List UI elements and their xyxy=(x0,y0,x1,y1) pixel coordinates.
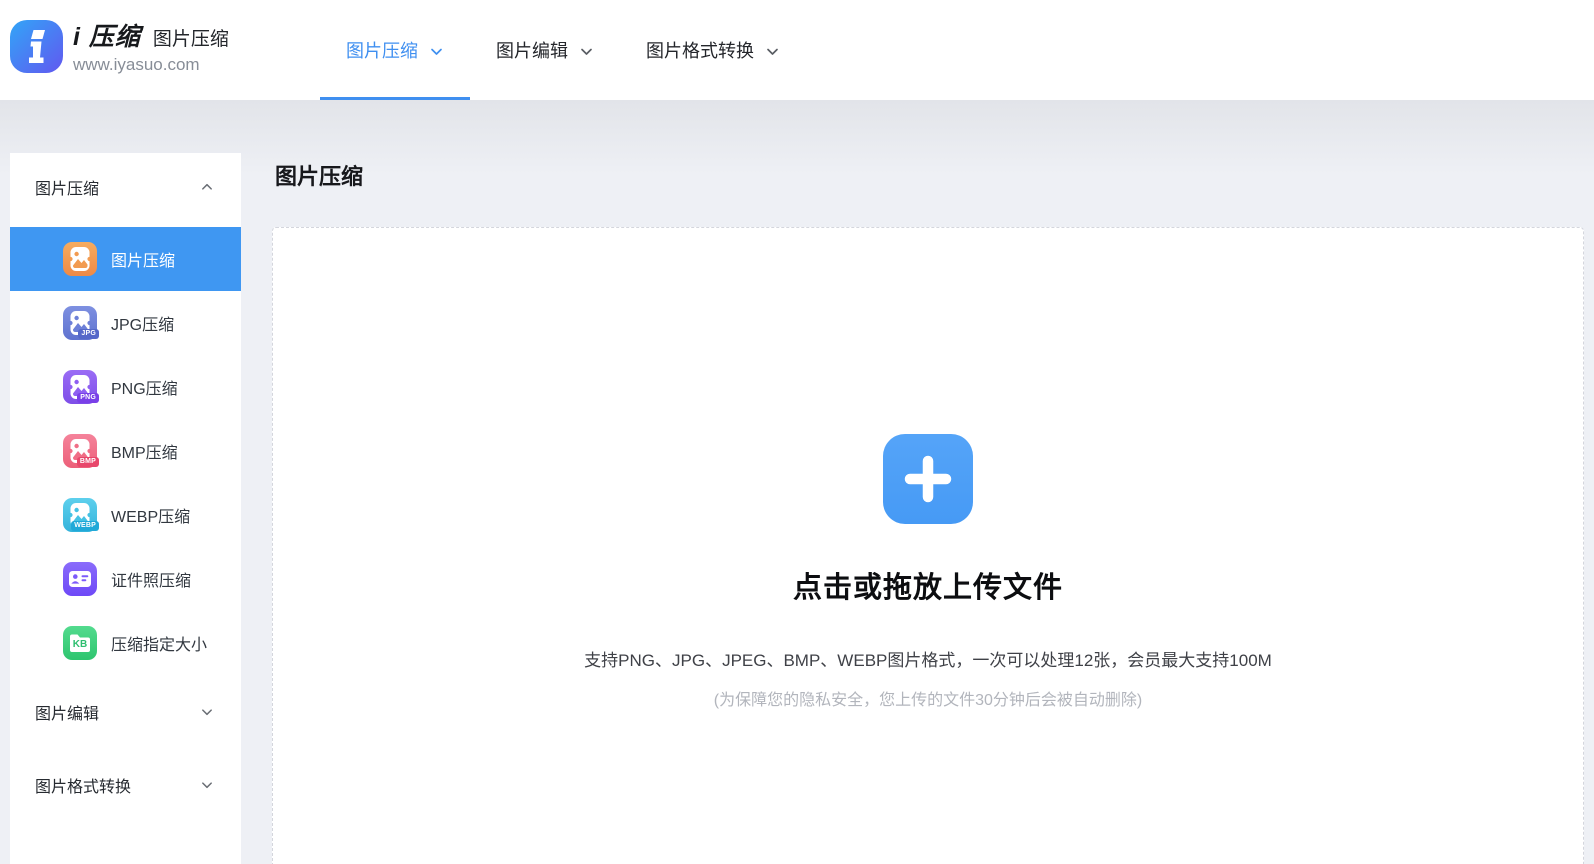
sidebar-item-image-compress[interactable]: 图片压缩 xyxy=(10,227,241,291)
sidebar-item-jpg-compress[interactable]: JPG JPG压缩 xyxy=(10,291,241,355)
sidebar-item-label: JPG压缩 xyxy=(111,311,174,335)
nav-tab-image-compress[interactable]: 图片压缩 xyxy=(320,0,470,100)
chevron-down-icon xyxy=(200,778,214,792)
sidebar-item-png-compress[interactable]: PNG PNG压缩 xyxy=(10,355,241,419)
brand-tagline: 图片压缩 xyxy=(153,24,229,51)
top-header: i 压缩 图片压缩 www.iyasuo.com 图片压缩 图片编辑 图片格式转… xyxy=(0,0,1594,100)
sidebar-section-format-convert[interactable]: 图片格式转换 xyxy=(10,748,241,821)
sidebar-item-bmp-compress[interactable]: BMP BMP压缩 xyxy=(10,419,241,483)
page-title: 图片压缩 xyxy=(275,159,363,191)
kb-badge: KB xyxy=(63,639,97,650)
sidebar-item-webp-compress[interactable]: WEBP WEBP压缩 xyxy=(10,483,241,547)
format-badge: JPG xyxy=(78,329,99,339)
sidebar-item-label: BMP压缩 xyxy=(111,439,178,463)
sidebar: 图片压缩 图片压缩 xyxy=(10,153,241,864)
sidebar-section-label: 图片压缩 xyxy=(35,175,99,199)
sidebar-section-label: 图片编辑 xyxy=(35,700,99,724)
chevron-down-icon xyxy=(765,44,780,59)
sidebar-item-label: 证件照压缩 xyxy=(111,567,191,591)
nav-tab-format-convert[interactable]: 图片格式转换 xyxy=(620,0,806,100)
nav-tab-label: 图片压缩 xyxy=(346,37,418,63)
nav-tab-label: 图片编辑 xyxy=(496,37,568,63)
png-compress-icon: PNG xyxy=(63,370,97,404)
main-area: 图片压缩 图片压缩 xyxy=(0,100,1594,864)
webp-compress-icon: WEBP xyxy=(63,498,97,532)
sidebar-item-list: 图片压缩 JPG JPG压缩 xyxy=(10,227,241,675)
brand-name: i 压缩 xyxy=(73,17,141,53)
upload-plus-button[interactable] xyxy=(883,434,973,524)
plus-icon xyxy=(883,434,973,524)
sidebar-section-label: 图片格式转换 xyxy=(35,773,131,797)
chevron-down-icon xyxy=(579,44,594,59)
sidebar-item-label: PNG压缩 xyxy=(111,375,178,399)
jpg-compress-icon: JPG xyxy=(63,306,97,340)
format-badge: BMP xyxy=(77,457,99,467)
format-badge: WEBP xyxy=(71,521,99,531)
chevron-up-icon xyxy=(200,180,214,194)
image-compress-icon xyxy=(63,242,97,276)
brand-logo-icon xyxy=(10,20,63,73)
upload-title: 点击或拖放上传文件 xyxy=(793,564,1063,606)
chevron-down-icon xyxy=(429,44,444,59)
sidebar-item-id-photo-compress[interactable]: 证件照压缩 xyxy=(10,547,241,611)
sidebar-item-label: WEBP压缩 xyxy=(111,503,190,527)
chevron-down-icon xyxy=(200,705,214,719)
main-nav: 图片压缩 图片编辑 图片格式转换 xyxy=(320,0,806,100)
brand-logo[interactable]: i 压缩 图片压缩 www.iyasuo.com xyxy=(10,17,229,75)
upload-support-text: 支持PNG、JPG、JPEG、BMP、WEBP图片格式，一次可以处理12张，会员… xyxy=(584,646,1272,671)
upload-privacy-note: (为保障您的隐私安全，您上传的文件30分钟后会被自动删除) xyxy=(714,686,1142,710)
nav-tab-label: 图片格式转换 xyxy=(646,37,754,63)
sidebar-item-label: 图片压缩 xyxy=(111,247,175,271)
kb-size-compress-icon: KB xyxy=(63,626,97,660)
sidebar-item-size-compress[interactable]: KB 压缩指定大小 xyxy=(10,611,241,675)
id-photo-compress-icon xyxy=(63,562,97,596)
nav-tab-image-edit[interactable]: 图片编辑 xyxy=(470,0,620,100)
sidebar-section-image-compress[interactable]: 图片压缩 xyxy=(10,153,241,221)
sidebar-section-image-edit[interactable]: 图片编辑 xyxy=(10,675,241,748)
upload-dropzone[interactable]: 点击或拖放上传文件 支持PNG、JPG、JPEG、BMP、WEBP图片格式，一次… xyxy=(272,227,1584,864)
format-badge: PNG xyxy=(77,393,99,403)
brand-url: www.iyasuo.com xyxy=(73,55,229,75)
bmp-compress-icon: BMP xyxy=(63,434,97,468)
sidebar-item-label: 压缩指定大小 xyxy=(111,631,207,655)
